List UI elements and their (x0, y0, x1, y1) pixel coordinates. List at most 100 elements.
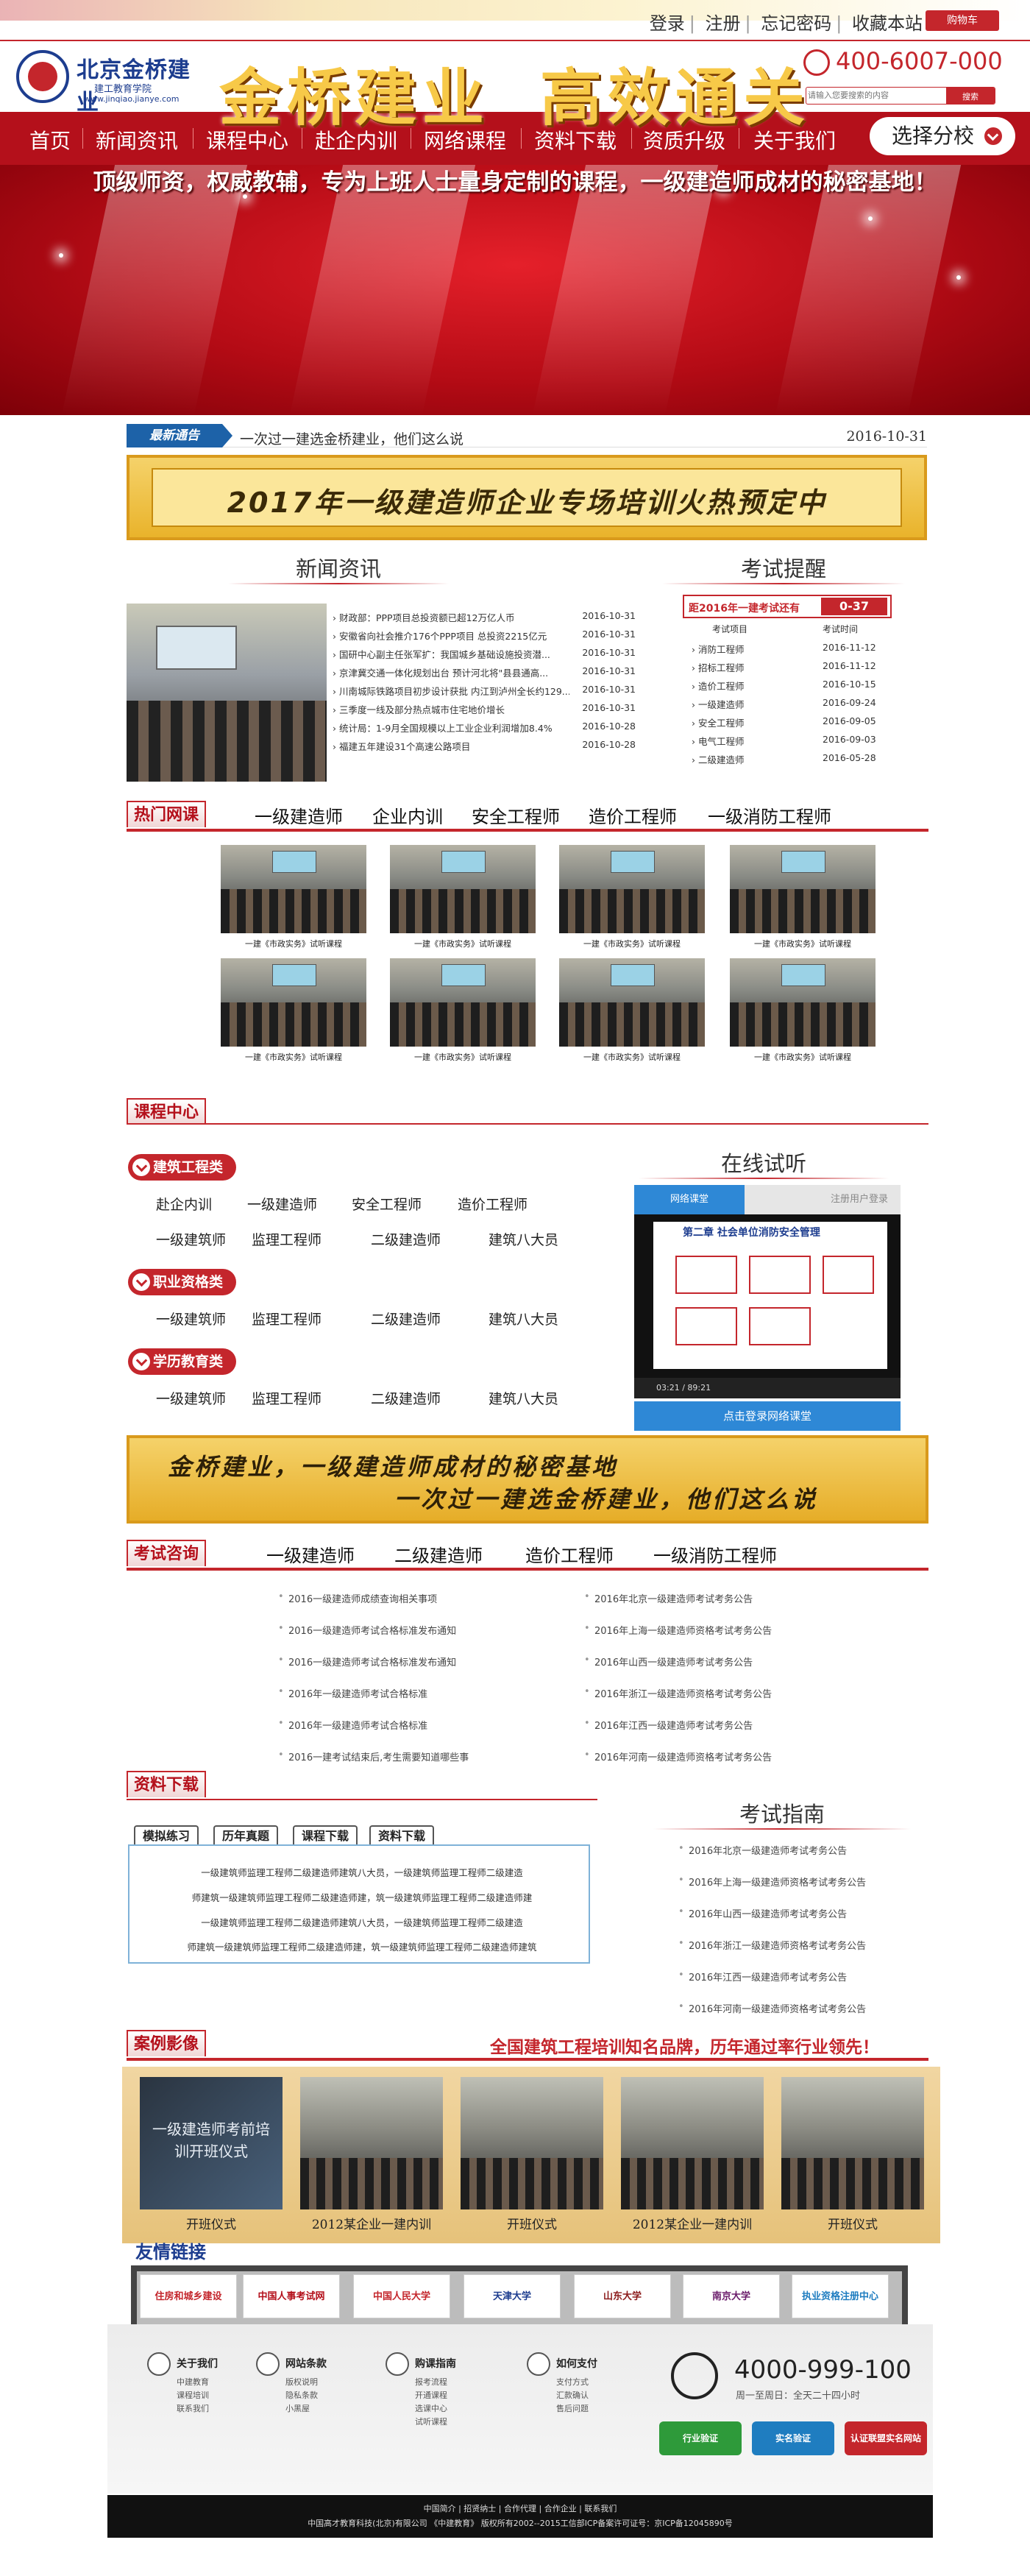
footer-link[interactable]: 小黑屋 (256, 2402, 352, 2416)
footer-links[interactable]: 中国简介 | 招贤纳士 | 合作代理 | 合作企业 | 联系我们 (107, 2502, 933, 2514)
login-link[interactable]: 登录 (645, 13, 689, 34)
course-link[interactable]: 造价工程师 (458, 1194, 528, 1214)
course-thumbnail-caption[interactable]: 一建《市政实务》试听课程 (390, 938, 536, 949)
course-thumbnail[interactable] (390, 845, 536, 933)
course-category-1[interactable]: 职业资格类 (128, 1269, 237, 1295)
course-link[interactable]: 一级建筑师 (156, 1388, 226, 1408)
news-item-title[interactable]: › 统计局：1-9月全国规模以上工业企业利润增加8.4% (333, 721, 569, 735)
consult-item[interactable]: 2016年北京一级建造师考试考务公告 (580, 1591, 859, 1623)
course-link[interactable]: 二级建造师 (371, 1309, 441, 1328)
news-item-title[interactable]: › 福建五年建设31个高速公路项目 (333, 739, 569, 753)
news-item-title[interactable]: › 川南城际铁路项目初步设计获批 内江到泸州全长约129... (333, 684, 569, 698)
guide-item[interactable]: 2016年江西一级建造师考试考务公告 (674, 1970, 924, 2001)
exam-remind-row[interactable]: › 电气工程师 2016-09-03 (683, 731, 892, 749)
friend-link-logo[interactable]: 住房和城乡建设 (140, 2274, 237, 2318)
footer-link[interactable]: 试听课程 (386, 2416, 481, 2429)
footer-link[interactable]: 报考流程 (386, 2376, 481, 2389)
consult-tab-fire[interactable]: 一级消防工程师 (653, 1541, 777, 1567)
course-link[interactable]: 一级建造师 (247, 1194, 317, 1214)
course-thumbnail-caption[interactable]: 一建《市政实务》试听课程 (221, 1051, 366, 1063)
consult-item[interactable]: 2016年一级建造师考试合格标准 (274, 1686, 553, 1718)
consult-item[interactable]: 2016一级建造师考试合格标准发布通知 (274, 1655, 553, 1686)
news-item[interactable]: › 福建五年建设31个高速公路项目 2016-10-28 (333, 735, 636, 754)
exam-remind-row[interactable]: › 二级建造师 2016-05-28 (683, 749, 892, 768)
footer-link[interactable]: 支付方式 (527, 2376, 622, 2389)
login-online-class-button[interactable]: 点击登录网络课堂 (634, 1401, 901, 1431)
course-thumbnail-caption[interactable]: 一建《市政实务》试听课程 (559, 1051, 705, 1063)
consult-item[interactable]: 2016一级建造师考试合格标准发布通知 (274, 1623, 553, 1655)
news-item-title[interactable]: › 京津冀交通一体化规划出台 预计河北将"县县通高... (333, 665, 569, 679)
case-photo[interactable]: 2012某企业一建内训 (300, 2077, 443, 2232)
consult-item[interactable]: 2016年上海一级建造师资格考试考务公告 (580, 1623, 859, 1655)
news-item[interactable]: › 京津冀交通一体化规划出台 预计河北将"县县通高... 2016-10-31 (333, 662, 636, 680)
course-thumbnail[interactable] (559, 845, 705, 933)
course-thumbnail[interactable] (730, 958, 876, 1047)
cart-button[interactable]: 购物车 (926, 10, 999, 31)
dl-tab-material-dl[interactable]: 资料下载 (369, 1825, 435, 1846)
hot-tab-first-constructor[interactable]: 一级建造师 (255, 802, 343, 828)
course-link[interactable]: 安全工程师 (352, 1194, 422, 1214)
hot-tab-cost[interactable]: 造价工程师 (589, 802, 677, 828)
course-link[interactable]: 建筑八大员 (489, 1229, 558, 1249)
badge-alliance[interactable]: 认证联盟实名网站 (845, 2421, 927, 2455)
course-link[interactable]: 监理工程师 (252, 1309, 322, 1328)
course-thumbnail[interactable] (559, 958, 705, 1047)
news-item-title[interactable]: › 财政部：PPP项目总投资额已超12万亿人币 (333, 610, 569, 624)
bookmark-link[interactable]: 收藏本站 (848, 13, 927, 34)
guide-item[interactable]: 2016年山西一级建造师考试考务公告 (674, 1906, 924, 1938)
footer-link[interactable]: 售后问题 (527, 2402, 622, 2416)
register-link[interactable]: 注册 (701, 13, 745, 34)
consult-tab-cost[interactable]: 造价工程师 (525, 1541, 614, 1567)
footer-link[interactable]: 隐私条款 (256, 2389, 352, 2402)
video-player[interactable]: 第二章 社会单位消防安全管理 03:21 / 89:21 (634, 1214, 901, 1398)
course-link[interactable]: 二级建造师 (371, 1229, 441, 1249)
exam-remind-row[interactable]: › 造价工程师 2016-10-15 (683, 676, 892, 694)
news-item[interactable]: › 统计局：1-9月全国规模以上工业企业利润增加8.4% 2016-10-28 (333, 717, 636, 735)
exam-remind-row[interactable]: › 安全工程师 2016-09-05 (683, 712, 892, 731)
course-thumbnail-caption[interactable]: 一建《市政实务》试听课程 (730, 1051, 876, 1063)
consult-item[interactable]: 2016年浙江一级建造师资格考试考务公告 (580, 1686, 859, 1718)
friend-link-logo[interactable]: 天津大学 (464, 2274, 561, 2318)
exam-remind-row[interactable]: › 招标工程师 2016-11-12 (683, 657, 892, 676)
friend-link-logo[interactable]: 南京大学 (683, 2274, 780, 2318)
friend-link-logo[interactable]: 山东大学 (574, 2274, 671, 2318)
case-photo[interactable]: 开班仪式 (461, 2077, 603, 2232)
case-photo[interactable]: 开班仪式 (781, 2077, 924, 2232)
course-thumbnail-caption[interactable]: 一建《市政实务》试听课程 (221, 938, 366, 949)
course-link[interactable]: 一级建筑师 (156, 1309, 226, 1328)
course-link[interactable]: 监理工程师 (252, 1229, 322, 1249)
news-item[interactable]: › 川南城际铁路项目初步设计获批 内江到泸州全长约129... 2016-10-3… (333, 680, 636, 698)
footer-link[interactable]: 中建教育 (147, 2376, 243, 2389)
footer-link[interactable]: 版权说明 (256, 2376, 352, 2389)
notice-text[interactable]: 一次过一建选金桥建业，他们这么说 (240, 428, 464, 448)
promo-banner-training[interactable]: 2017年一级建造师企业专场培训火热预定中 (127, 455, 927, 540)
hero-banner[interactable] (0, 165, 1030, 415)
news-item[interactable]: › 财政部：PPP项目总投资额已超12万亿人币 2016-10-31 (333, 606, 636, 625)
friend-link-logo[interactable]: 执业资格注册中心 (792, 2274, 889, 2318)
news-item[interactable]: › 国研中心副主任张军扩：我国城乡基础设施投资潜... 2016-10-31 (333, 643, 636, 662)
course-thumbnail[interactable] (730, 845, 876, 933)
course-thumbnail[interactable] (221, 845, 366, 933)
hot-tab-fire[interactable]: 一级消防工程师 (708, 802, 831, 828)
tab-user-login[interactable]: 注册用户登录 (818, 1185, 901, 1214)
dl-tab-practice[interactable]: 模拟练习 (134, 1825, 199, 1846)
consult-tab-second[interactable]: 二级建造师 (394, 1541, 483, 1567)
footer-link[interactable]: 联系我们 (147, 2402, 243, 2416)
course-category-2[interactable]: 学历教育类 (128, 1348, 237, 1375)
forgot-password-link[interactable]: 忘记密码 (756, 13, 836, 34)
course-link[interactable]: 建筑八大员 (489, 1309, 558, 1328)
case-photo[interactable]: 一级建造师考前培训开班仪式 开班仪式 (140, 2077, 283, 2232)
dl-tab-past-papers[interactable]: 历年真题 (213, 1825, 279, 1846)
consult-item[interactable]: 2016年江西一级建造师考试考务公告 (580, 1718, 859, 1749)
hot-tab-safety[interactable]: 安全工程师 (472, 802, 560, 828)
guide-item[interactable]: 2016年浙江一级建造师资格考试考务公告 (674, 1938, 924, 1970)
exam-remind-row[interactable]: › 一级建造师 2016-09-24 (683, 694, 892, 712)
hot-tab-enterprise[interactable]: 企业内训 (372, 802, 443, 828)
course-thumbnail-caption[interactable]: 一建《市政实务》试听课程 (559, 938, 705, 949)
tab-online-class[interactable]: 网络课堂 (634, 1185, 745, 1214)
course-link[interactable]: 监理工程师 (252, 1388, 322, 1408)
exam-remind-row[interactable]: › 消防工程师 2016-11-12 (683, 639, 892, 657)
friend-link-logo[interactable]: 中国人民大学 (353, 2274, 450, 2318)
news-item-title[interactable]: › 三季度一线及部分热点城市住宅地价增长 (333, 702, 569, 716)
dl-tab-course-dl[interactable]: 课程下载 (293, 1825, 358, 1846)
